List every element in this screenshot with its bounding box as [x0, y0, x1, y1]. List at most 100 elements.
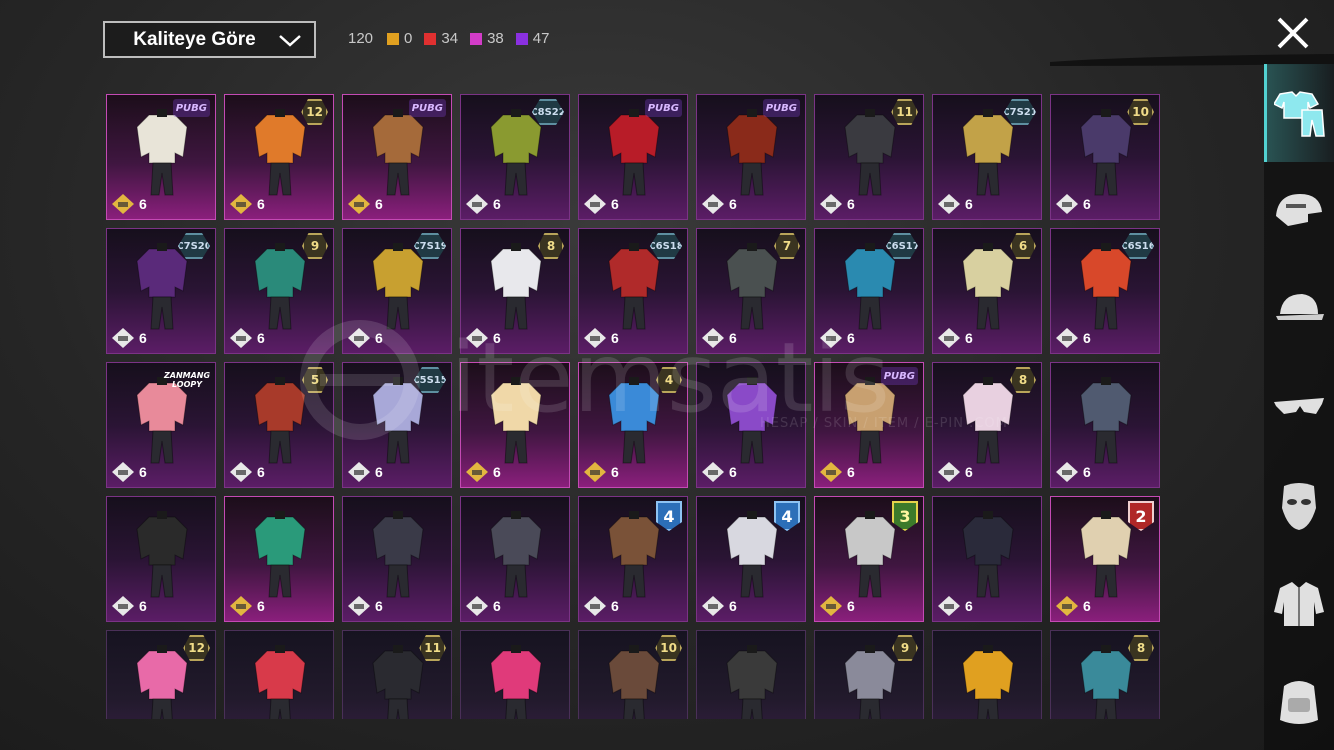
- outfit-card[interactable]: PUBG 6: [814, 362, 924, 488]
- item-status: 6: [465, 461, 501, 483]
- shirt-pants-icon: [1273, 91, 1325, 137]
- outfit-card[interactable]: PUBG 6: [578, 94, 688, 220]
- item-count: 6: [729, 330, 737, 346]
- item-status: 6: [701, 461, 737, 483]
- outfit-card[interactable]: 8: [1050, 630, 1160, 719]
- crate-white-icon: [584, 328, 606, 348]
- outfit-card[interactable]: 10: [578, 630, 688, 719]
- item-status: 6: [1055, 193, 1091, 215]
- top-bar: Kaliteye Göre 120 0 34 38 47: [0, 0, 1334, 80]
- outfit-card[interactable]: 36: [814, 496, 924, 622]
- outfit-card[interactable]: C6S16 6: [1050, 228, 1160, 354]
- mask-tab[interactable]: [1264, 456, 1334, 554]
- outfit-card[interactable]: C6S18 6: [578, 228, 688, 354]
- outfit-card[interactable]: ZANMANG LOOPY 6: [106, 362, 216, 488]
- item-count: 6: [375, 464, 383, 480]
- outfit-card[interactable]: 6: [460, 496, 570, 622]
- outfit-card[interactable]: C7S21 6: [932, 94, 1042, 220]
- sort-label: Kaliteye Göre: [133, 28, 256, 50]
- outfit-card[interactable]: 6: [1050, 362, 1160, 488]
- quality-swatch: [470, 32, 483, 45]
- outfit-card[interactable]: 6: [460, 362, 570, 488]
- item-status: 6: [111, 327, 147, 349]
- crate-gold-icon: [820, 596, 842, 616]
- helmet-tab[interactable]: [1264, 162, 1334, 260]
- crate-gold-icon: [348, 194, 370, 214]
- outfit-card[interactable]: 12: [106, 630, 216, 719]
- outfit-card[interactable]: 86: [932, 362, 1042, 488]
- item-count: 6: [493, 196, 501, 212]
- outfit-card[interactable]: C7S20 6: [106, 228, 216, 354]
- item-count: 6: [729, 196, 737, 212]
- close-icon[interactable]: [1272, 12, 1314, 54]
- outfit-card[interactable]: PUBG 6: [106, 94, 216, 220]
- item-status: 6: [229, 461, 265, 483]
- item-count: 6: [257, 598, 265, 614]
- outfit-card[interactable]: C7S19 6: [342, 228, 452, 354]
- crate-white-icon: [584, 194, 606, 214]
- outfit-card[interactable]: C6S17 6: [814, 228, 924, 354]
- crate-white-icon: [938, 596, 960, 616]
- item-status: 6: [465, 327, 501, 349]
- quality-count: 34: [424, 30, 458, 47]
- outfit-card[interactable]: 11: [342, 630, 452, 719]
- outfit-card[interactable]: 10 6: [1050, 94, 1160, 220]
- crate-white-icon: [702, 194, 724, 214]
- jacket-tab[interactable]: [1264, 554, 1334, 652]
- outfit-card[interactable]: C8S22 6: [460, 94, 570, 220]
- outfit-card[interactable]: 46: [578, 362, 688, 488]
- outfit-card[interactable]: [460, 630, 570, 719]
- outfit-card[interactable]: 11 6: [814, 94, 924, 220]
- outfit-card[interactable]: 9: [814, 630, 924, 719]
- outfit-card[interactable]: 6: [932, 496, 1042, 622]
- outfit-card[interactable]: 12 6: [224, 94, 334, 220]
- item-count: 6: [493, 598, 501, 614]
- item-count: 6: [1083, 598, 1091, 614]
- item-count: 6: [965, 598, 973, 614]
- item-status: 6: [347, 595, 383, 617]
- outfit-card[interactable]: [932, 630, 1042, 719]
- outfit-image: [254, 645, 306, 719]
- outfit-card[interactable]: PUBG 6: [342, 94, 452, 220]
- outfit-card[interactable]: 96: [224, 228, 334, 354]
- item-badge: PUBG: [880, 367, 918, 385]
- item-count: 6: [139, 330, 147, 346]
- outfit-card[interactable]: PUBG 6: [696, 94, 806, 220]
- outfit-image: [254, 511, 306, 598]
- outfit-card[interactable]: C5S15 6: [342, 362, 452, 488]
- outfit-card[interactable]: 46: [578, 496, 688, 622]
- outfit-tab[interactable]: [1264, 64, 1334, 162]
- outfit-card[interactable]: 66: [932, 228, 1042, 354]
- outfit-card[interactable]: 76: [696, 228, 806, 354]
- item-count: 6: [257, 464, 265, 480]
- item-status: 6: [819, 327, 855, 349]
- outfit-image: [136, 511, 188, 598]
- mask-icon: [1282, 483, 1316, 530]
- crate-white-icon: [938, 462, 960, 482]
- outfit-card[interactable]: 6: [696, 362, 806, 488]
- item-count: 6: [493, 330, 501, 346]
- item-status: 6: [583, 595, 619, 617]
- sort-dropdown[interactable]: Kaliteye Göre: [103, 21, 316, 58]
- item-status: 6: [1055, 461, 1091, 483]
- outfit-card[interactable]: 56: [224, 362, 334, 488]
- glasses-tab[interactable]: [1264, 358, 1334, 456]
- outfit-image: [726, 645, 778, 719]
- outfit-card[interactable]: 86: [460, 228, 570, 354]
- inventory-grid: PUBG 6 12 6 PUBG 6 C8S22 6 PUBG 6 PUBG 6 11 6 C7S21 6 10…: [106, 94, 1162, 719]
- outfit-card[interactable]: [224, 630, 334, 719]
- outfit-card[interactable]: 6: [106, 496, 216, 622]
- outfit-card[interactable]: [696, 630, 806, 719]
- cap-tab[interactable]: [1264, 260, 1334, 358]
- crate-white-icon: [348, 596, 370, 616]
- outfit-card[interactable]: 6: [224, 496, 334, 622]
- crate-white-icon: [1056, 462, 1078, 482]
- item-count: 6: [847, 598, 855, 614]
- outfit-card[interactable]: 26: [1050, 496, 1160, 622]
- outfit-card[interactable]: 46: [696, 496, 806, 622]
- item-badge: PUBG: [408, 99, 446, 117]
- bag-tab[interactable]: [1264, 652, 1334, 750]
- category-sidebar: [1264, 64, 1334, 750]
- crate-gold-icon: [466, 462, 488, 482]
- outfit-card[interactable]: 6: [342, 496, 452, 622]
